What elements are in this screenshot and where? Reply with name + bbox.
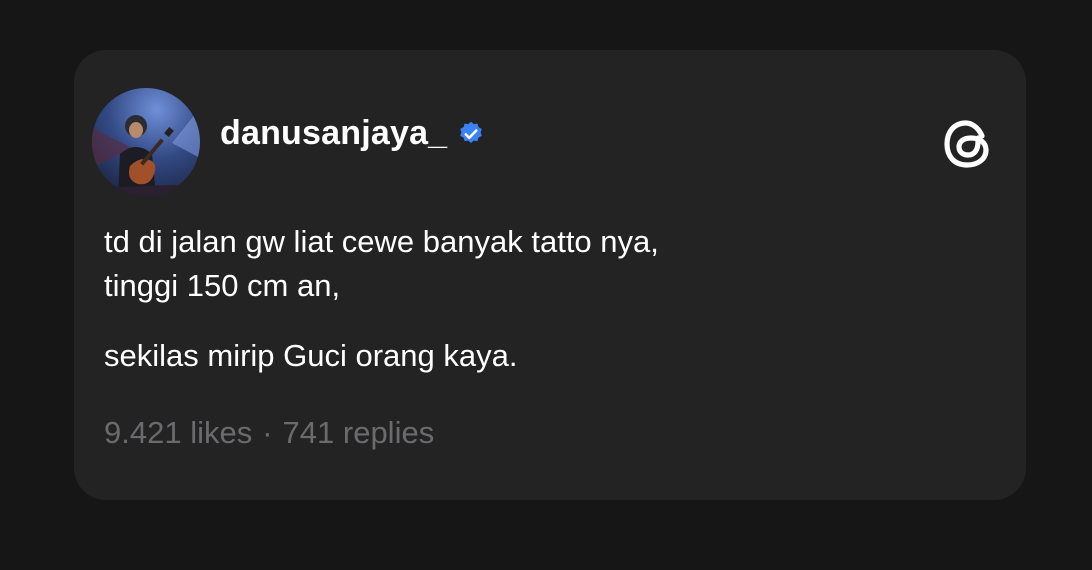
threads-logo-icon[interactable] bbox=[940, 116, 996, 172]
stats-separator: · bbox=[262, 415, 273, 450]
post-header: danusanjaya_ bbox=[220, 114, 485, 153]
threads-post-card[interactable]: danusanjaya_ td di jalan gw liat cewe ba… bbox=[74, 50, 1026, 500]
post-text-line: td di jalan gw liat cewe banyak tatto ny… bbox=[104, 224, 659, 259]
avatar[interactable] bbox=[92, 88, 200, 196]
likes-count[interactable]: 9.421 likes bbox=[104, 415, 252, 451]
post-text-line: sekilas mirip Guci orang kaya. bbox=[104, 338, 518, 373]
username[interactable]: danusanjaya_ bbox=[220, 114, 447, 153]
avatar-image bbox=[92, 88, 200, 196]
verified-badge-icon bbox=[457, 120, 485, 148]
replies-count[interactable]: 741 replies bbox=[283, 415, 435, 451]
post-body: td di jalan gw liat cewe banyak tatto ny… bbox=[104, 220, 659, 378]
post-stats: 9.421 likes · 741 replies bbox=[104, 415, 434, 451]
post-text-line: tinggi 150 cm an, bbox=[104, 268, 341, 303]
